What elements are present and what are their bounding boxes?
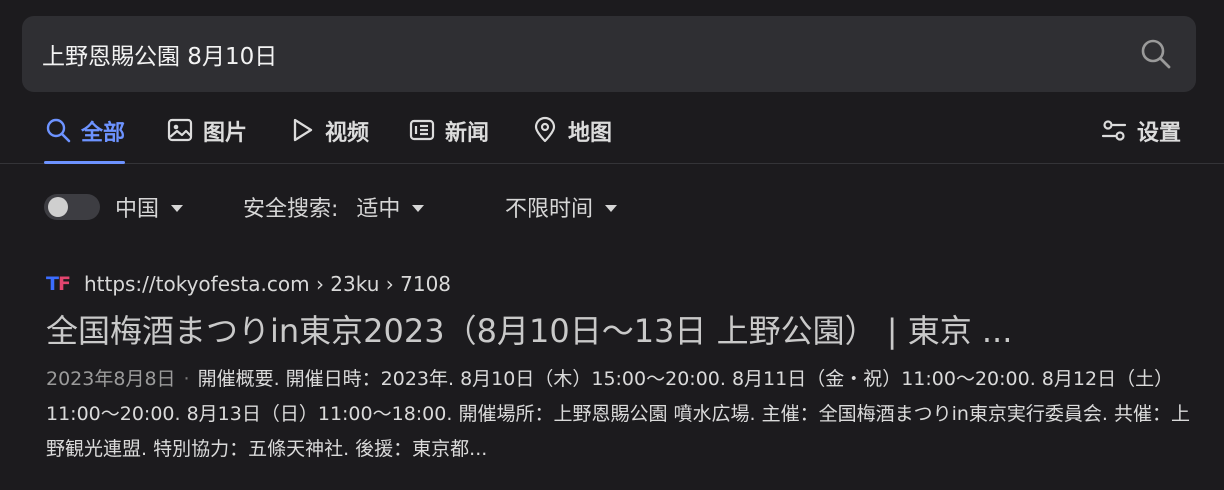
news-icon <box>409 119 435 141</box>
result-date: 2023年8月8日 <box>46 368 176 390</box>
safe-search-label: 安全搜索: <box>243 197 339 222</box>
search-icon <box>46 118 71 143</box>
safe-search-value: 适中 <box>356 197 401 222</box>
search-result: TF https://tokyofesta.com › 23ku › 7108 … <box>46 268 1196 467</box>
tab-all[interactable]: 全部 <box>44 108 126 164</box>
tab-label: 新闻 <box>445 121 490 146</box>
region-filter[interactable]: 中国 <box>115 191 184 223</box>
time-label: 不限时间 <box>505 197 594 222</box>
toggle-knob <box>48 197 68 217</box>
settings-button[interactable]: 设置 <box>1100 108 1181 163</box>
tab-maps[interactable]: 地图 <box>531 108 612 163</box>
map-pin-icon <box>534 116 556 143</box>
search-icon[interactable] <box>1138 36 1174 72</box>
search-box[interactable]: 上野恩賜公園 8月10日 <box>22 16 1196 92</box>
region-toggle[interactable] <box>44 194 100 220</box>
image-icon <box>167 118 193 142</box>
result-source[interactable]: TF https://tokyofesta.com › 23ku › 7108 <box>46 268 1196 300</box>
caret-down-icon <box>412 204 425 212</box>
tab-videos[interactable]: 视频 <box>288 108 369 163</box>
tab-news[interactable]: 新闻 <box>408 108 489 163</box>
play-icon <box>293 118 313 142</box>
sliders-icon <box>1101 120 1127 141</box>
settings-label: 设置 <box>1137 121 1182 146</box>
tab-label: 全部 <box>81 121 126 146</box>
tab-label: 图片 <box>203 121 248 146</box>
time-filter[interactable]: 不限时间 <box>505 191 618 223</box>
tab-label: 视频 <box>325 121 370 146</box>
tab-images[interactable]: 图片 <box>166 108 247 163</box>
search-tabs: 全部 图片 视频 新闻 地图 设置 <box>0 108 1224 164</box>
result-url[interactable]: https://tokyofesta.com › 23ku › 7108 <box>84 272 451 296</box>
result-snippet: 2023年8月8日 · 開催概要. 開催日時：2023年. 8月10日（木）15:0… <box>46 362 1196 467</box>
caret-down-icon <box>171 204 184 212</box>
site-favicon: TF <box>46 273 71 295</box>
tab-label: 地图 <box>568 121 613 146</box>
safe-search-filter[interactable]: 安全搜索: 适中 <box>243 191 425 223</box>
result-title[interactable]: 全国梅酒まつりin東京2023（8月10日〜13日 上野公園） | 東京 ... <box>46 306 1106 352</box>
caret-down-icon <box>605 204 618 212</box>
separator-dot: · <box>183 368 190 390</box>
region-label: 中国 <box>115 197 160 222</box>
filter-bar: 中国 安全搜索: 适中 不限时间 <box>0 185 1224 231</box>
search-input[interactable]: 上野恩賜公園 8月10日 <box>42 37 277 71</box>
result-description: 開催概要. 開催日時：2023年. 8月10日（木）15:00〜20:00. 8… <box>46 368 1190 460</box>
